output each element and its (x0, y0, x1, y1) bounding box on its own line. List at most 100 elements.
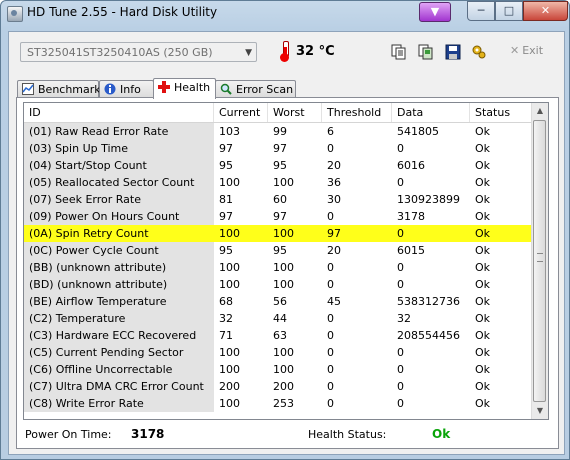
tab-error-scan[interactable]: Error Scan (215, 80, 296, 97)
cell-status: Ok (475, 397, 491, 410)
title-bar[interactable]: HD Tune 2.55 - Hard Disk Utility ▼ ─ □ ✕ (1, 1, 569, 25)
cell-id: (BB) (unknown attribute) (24, 259, 214, 276)
cell-id: (BD) (unknown attribute) (24, 276, 214, 293)
health-cross-icon (158, 81, 170, 93)
exit-button[interactable]: ✕ Exit (510, 44, 543, 57)
tab-benchmark[interactable]: Benchmark (17, 80, 101, 97)
table-header: ID Current Worst Threshold Data Status (24, 103, 534, 123)
table-row[interactable]: (07) Seek Error Rate 81 60 30 130923899 Ok (24, 191, 534, 208)
table-row[interactable]: (09) Power On Hours Count 97 97 0 3178 Ok (24, 208, 534, 225)
close-x-icon: ✕ (510, 44, 520, 57)
column-header-current[interactable]: Current (214, 103, 268, 122)
column-header-worst[interactable]: Worst (268, 103, 322, 122)
cell-worst: 97 (273, 142, 287, 155)
cell-current: 97 (219, 142, 233, 155)
table-row[interactable]: (BD) (unknown attribute) 100 100 0 0 Ok (24, 276, 534, 293)
cell-status: Ok (475, 244, 491, 257)
cell-data: 0 (397, 176, 404, 189)
cell-worst: 100 (273, 363, 294, 376)
cell-threshold: 97 (322, 225, 392, 242)
cell-current: 200 (219, 380, 240, 393)
drive-select-value: ST325041ST3250410AS (250 GB) (27, 46, 213, 59)
cell-data: 0 (397, 380, 404, 393)
health-panel: ID Current Worst Threshold Data Status (… (16, 97, 559, 449)
cell-status: Ok (475, 210, 491, 223)
minimize-button[interactable]: ─ (467, 1, 495, 21)
copy-info-icon[interactable] (390, 43, 408, 61)
scroll-thumb[interactable] (533, 120, 546, 402)
cell-threshold: 0 (327, 363, 334, 376)
table-row[interactable]: (0C) Power Cycle Count 95 95 20 6015 Ok (24, 242, 534, 259)
column-header-threshold[interactable]: Threshold (322, 103, 392, 122)
maximize-button[interactable]: □ (495, 1, 523, 21)
tab-info-label: Info (120, 83, 141, 96)
scroll-down-arrow-icon[interactable]: ▼ (532, 403, 548, 419)
cell-data: 32 (397, 312, 411, 325)
cell-worst: 63 (273, 329, 287, 342)
cell-id: (C2) Temperature (24, 310, 214, 327)
cell-threshold: 0 (327, 346, 334, 359)
column-header-status[interactable]: Status (470, 103, 534, 122)
cell-worst: 200 (273, 380, 294, 393)
save-icon[interactable] (444, 43, 462, 61)
close-button[interactable]: ✕ (523, 1, 568, 21)
cell-current: 95 (219, 244, 233, 257)
cell-status: Ok (475, 363, 491, 376)
cell-current: 81 (219, 193, 233, 206)
table-row[interactable]: (BB) (unknown attribute) 100 100 0 0 Ok (24, 259, 534, 276)
tab-health-label: Health (174, 81, 211, 94)
table-row[interactable]: (C5) Current Pending Sector 100 100 0 0 Ok (24, 344, 534, 361)
thermometer-icon (280, 41, 290, 62)
column-header-data[interactable]: Data (392, 103, 470, 122)
cell-current: 95 (219, 159, 233, 172)
cell-status: Ok (475, 295, 491, 308)
cell-threshold: 30 (327, 193, 341, 206)
table-row[interactable]: (04) Start/Stop Count 95 95 20 6016 Ok (24, 157, 534, 174)
table-row[interactable]: (03) Spin Up Time 97 97 0 0 Ok (24, 140, 534, 157)
table-row[interactable]: (C2) Temperature 32 44 0 32 Ok (24, 310, 534, 327)
cell-current: 97 (219, 210, 233, 223)
table-row[interactable]: (C6) Offline Uncorrectable 100 100 0 0 Ok (24, 361, 534, 378)
cell-id: (C5) Current Pending Sector (24, 344, 214, 361)
table-row[interactable]: (C7) Ultra DMA CRC Error Count 200 200 0 0 Ok (24, 378, 534, 395)
table-row[interactable]: (C3) Hardware ECC Recovered 71 63 0 20855445… (24, 327, 534, 344)
cell-threshold: 0 (327, 210, 334, 223)
column-header-id[interactable]: ID (24, 103, 214, 122)
tab-health[interactable]: Health (153, 78, 216, 99)
table-row[interactable]: (0A) Spin Retry Count 100 100 97 0 Ok (24, 225, 534, 242)
tab-benchmark-label: Benchmark (38, 83, 101, 96)
table-row[interactable]: (BE) Airflow Temperature 68 56 45 538312736 O… (24, 293, 534, 310)
cell-threshold: 6 (327, 125, 334, 138)
cell-id: (0A) Spin Retry Count (24, 225, 214, 242)
table-row[interactable]: (01) Raw Read Error Rate 103 99 6 541805 Ok (24, 123, 534, 140)
copy-screenshot-icon[interactable] (417, 43, 435, 61)
cell-id: (04) Start/Stop Count (24, 157, 214, 174)
window-caption-buttons: ─ □ ✕ (467, 1, 568, 21)
status-footer: Power On Time: 3178 Health Status: Ok (17, 420, 558, 448)
options-icon[interactable] (470, 43, 488, 61)
table-row[interactable]: (05) Reallocated Sector Count 100 100 36 0 Ok (24, 174, 534, 191)
cell-status: Ok (475, 278, 491, 291)
cell-status: Ok (475, 142, 491, 155)
health-status-label: Health Status: (308, 428, 387, 441)
tab-info[interactable]: Info (99, 80, 154, 97)
cell-current: 100 (219, 278, 240, 291)
scroll-up-arrow-icon[interactable]: ▲ (532, 103, 548, 119)
cell-worst: 60 (273, 193, 287, 206)
drive-select[interactable]: ST325041ST3250410AS (250 GB) ▼ (20, 42, 257, 62)
app-window: HD Tune 2.55 - Hard Disk Utility ▼ ─ □ ✕… (0, 0, 570, 460)
cell-id: (C6) Offline Uncorrectable (24, 361, 214, 378)
cell-data: 6015 (397, 244, 425, 257)
hd-tune-app-icon (7, 6, 23, 22)
table-row[interactable]: (C8) Write Error Rate 100 253 0 0 Ok (24, 395, 534, 412)
cell-data: 130923899 (397, 193, 460, 206)
cell-status: Ok (475, 380, 491, 393)
cell-threshold: 0 (327, 312, 334, 325)
cell-worst: 100 (273, 261, 294, 274)
vertical-scrollbar[interactable]: ▲ ▼ (531, 103, 548, 419)
download-arrow-button[interactable]: ▼ (419, 2, 451, 22)
cell-worst: 99 (273, 125, 287, 138)
cell-id: (0C) Power Cycle Count (24, 242, 214, 259)
cell-id: (07) Seek Error Rate (24, 191, 214, 208)
smart-attributes-table[interactable]: ID Current Worst Threshold Data Status (… (23, 102, 549, 420)
